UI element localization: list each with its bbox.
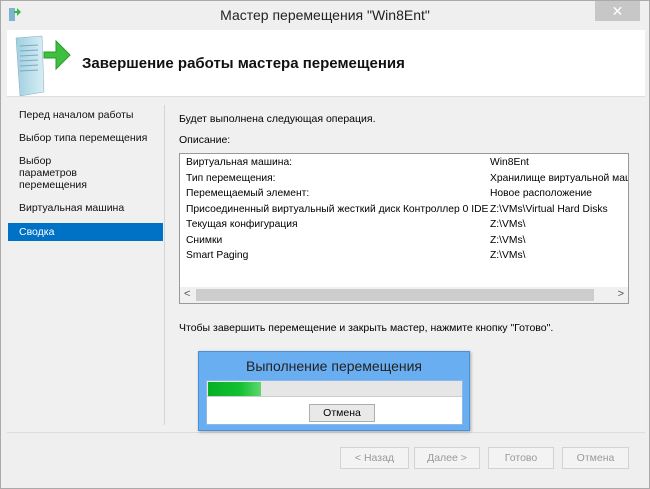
row-key: Присоединенный виртуальный жесткий диск … (186, 203, 489, 215)
summary-list[interactable]: Виртуальная машина: Win8Ent Тип перемещен… (179, 153, 629, 304)
title-bar: Мастер перемещения "Win8Ent" ✕ (1, 1, 649, 30)
row-key: Перемещаемый элемент: (186, 188, 310, 199)
close-button[interactable]: ✕ (595, 1, 640, 21)
progress-title: Выполнение перемещения (245, 358, 422, 374)
step-move-options[interactable]: Выбор параметров перемещения (8, 153, 118, 193)
scrollbar-thumb[interactable] (196, 289, 594, 301)
step-move-type[interactable]: Выбор типа перемещения (8, 130, 163, 146)
row-value: Z:\VMs\ (490, 234, 526, 246)
finish-instruction: Чтобы завершить перемещение и закрыть ма… (179, 322, 554, 334)
wizard-header: Завершение работы мастера перемещения (7, 30, 645, 97)
row-key: Снимки (186, 234, 223, 246)
row-value: Z:\VMs\Virtual Hard Disks (490, 203, 608, 215)
step-summary[interactable]: Сводка (8, 223, 163, 241)
finish-button[interactable]: Готово (488, 447, 554, 469)
description-label: Описание: (179, 134, 231, 146)
horizontal-scrollbar[interactable]: < > (180, 287, 628, 303)
row-value: Новое расположение (490, 188, 593, 199)
scroll-right-arrow-icon[interactable]: > (618, 288, 624, 300)
intro-text: Будет выполнена следующая операция. (179, 113, 376, 125)
wizard-window: Мастер перемещения "Win8Ent" ✕ Завершени… (0, 0, 650, 489)
window-title: Мастер перемещения "Win8Ent" (220, 7, 430, 23)
scroll-left-arrow-icon[interactable]: < (184, 288, 190, 300)
row-key: Текущая конфигурация (186, 219, 298, 230)
summary-row: Тип перемещения: Хранилище виртуальной ма… (186, 172, 629, 188)
summary-row: Smart Paging Z:\VMs\ (186, 250, 628, 265)
wizard-steps: Перед началом работы Выбор типа перемеще… (8, 107, 163, 248)
progress-cancel-button[interactable]: Отмена (309, 404, 375, 422)
footer-divider (7, 432, 645, 433)
next-button[interactable]: Далее > (414, 447, 480, 469)
row-key: Тип перемещения: (186, 172, 276, 184)
progress-panel: Отмена (206, 380, 463, 425)
progress-dialog: Выполнение перемещения Отмена (198, 351, 470, 431)
divider (164, 105, 165, 425)
row-value: Win8Ent (490, 157, 529, 168)
progress-bar (207, 381, 462, 397)
row-key: Виртуальная машина: (186, 157, 293, 168)
step-before-you-begin[interactable]: Перед началом работы (8, 107, 163, 123)
row-value: Z:\VMs\ (490, 250, 526, 261)
back-button[interactable]: < Назад (340, 447, 409, 469)
step-virtual-machine[interactable]: Виртуальная машина (8, 200, 163, 216)
summary-row: Снимки Z:\VMs\ (186, 234, 628, 250)
row-key: Smart Paging (186, 250, 249, 261)
server-move-icon (15, 35, 71, 96)
row-value: Z:\VMs\ (490, 219, 526, 230)
page-title: Завершение работы мастера перемещения (82, 55, 405, 72)
summary-row: Виртуальная машина: Win8Ent (186, 157, 628, 172)
summary-row: Текущая конфигурация Z:\VMs\ (186, 219, 628, 234)
row-value: Хранилище виртуальной маши (490, 172, 629, 184)
summary-row: Перемещаемый элемент: Новое расположение (186, 188, 628, 203)
progress-fill (208, 382, 262, 396)
summary-row: Присоединенный виртуальный жесткий диск … (186, 203, 628, 219)
cancel-button[interactable]: Отмена (562, 447, 629, 469)
